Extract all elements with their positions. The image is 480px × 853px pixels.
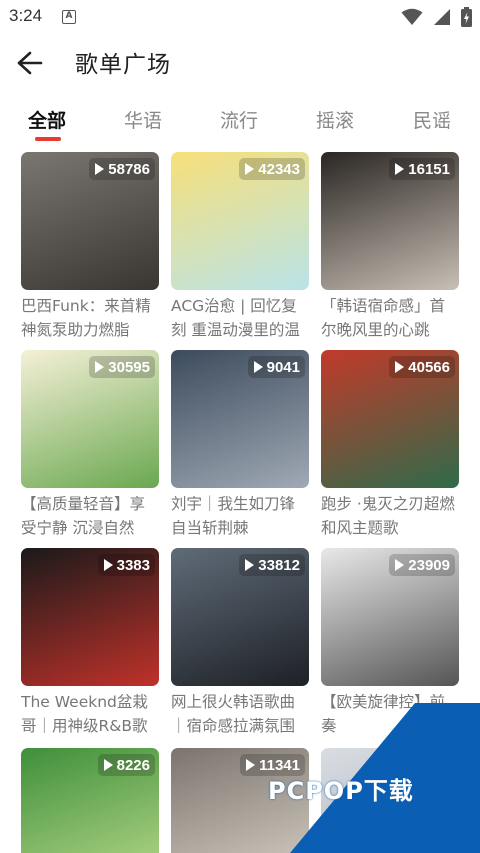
play-count-badge: 8226 <box>97 754 155 776</box>
playlist-title: 「韩语宿命感」首尔晚风里的心跳 <box>321 297 446 339</box>
page-title: 歌单广场 <box>75 52 171 78</box>
playlist-card[interactable]: 33812 网上很火韩语歌曲｜宿命感拉满氛围 <box>171 548 309 738</box>
playlist-title: 巴西Funk：来首精神氮泵助力燃脂 <box>21 297 151 339</box>
watermark-text: PCPOP下载 <box>268 777 414 805</box>
play-icon <box>95 163 105 175</box>
playlist-cover: 23909 <box>321 548 459 686</box>
playlist-title: ACG治愈 | 回忆复刻 重温动漫里的温 <box>171 297 300 339</box>
playlist-card[interactable]: 40566 跑步 ·鬼灭之刃超燃和风主题歌 <box>321 350 459 540</box>
tab-all[interactable]: 全部 <box>28 106 66 133</box>
playlist-cover: 8226 <box>21 748 159 853</box>
play-count-badge: 16151 <box>389 158 455 180</box>
playlist-card[interactable]: 16151 「韩语宿命感」首尔晚风里的心跳 <box>321 152 459 342</box>
play-count: 30595 <box>108 358 150 376</box>
play-count: 33812 <box>258 556 300 574</box>
category-tabs: 全部 华语 流行 摇滚 民谣 <box>0 96 480 146</box>
back-arrow-icon <box>17 51 43 75</box>
play-icon <box>253 361 263 373</box>
playlist-cover: 33812 <box>171 548 309 686</box>
play-icon <box>246 759 256 771</box>
signal-icon <box>434 9 450 25</box>
play-icon <box>103 559 113 571</box>
play-count-badge: 42343 <box>239 158 305 180</box>
playlist-cover: 3383 <box>21 548 159 686</box>
play-count-badge: 3383 <box>97 554 155 576</box>
playlist-cover: 16151 <box>321 152 459 290</box>
play-count: 16151 <box>408 160 450 178</box>
notification-icon: A <box>62 10 76 24</box>
playlist-card[interactable]: 8226 <box>21 748 159 853</box>
play-count: 42343 <box>258 160 300 178</box>
play-icon <box>95 361 105 373</box>
playlist-card[interactable]: 42343 ACG治愈 | 回忆复刻 重温动漫里的温 <box>171 152 309 342</box>
playlist-cover: 30595 <box>21 350 159 488</box>
playlist-title: 网上很火韩语歌曲｜宿命感拉满氛围 <box>171 693 296 735</box>
battery-icon <box>461 7 472 27</box>
playlist-cover: 40566 <box>321 350 459 488</box>
watermark: PCPOP下载 <box>268 703 480 853</box>
wifi-icon <box>401 8 423 25</box>
playlist-cover: 9041 <box>171 350 309 488</box>
tab-folk[interactable]: 民谣 <box>413 106 451 133</box>
play-count: 58786 <box>108 160 150 178</box>
playlist-card[interactable]: 30595 【高质量轻音】享受宁静 沉浸自然 <box>21 350 159 540</box>
playlist-cover: 42343 <box>171 152 309 290</box>
play-count: 8226 <box>116 756 150 774</box>
play-icon <box>245 559 255 571</box>
playlist-card[interactable]: 9041 刘宇｜我生如刀锋自当斩荆棘 <box>171 350 309 540</box>
playlist-title: 刘宇｜我生如刀锋自当斩荆棘 <box>171 495 296 537</box>
status-time: 3:24 <box>9 6 43 25</box>
play-count-badge: 40566 <box>389 356 455 378</box>
play-count-badge: 33812 <box>239 554 305 576</box>
play-count: 9041 <box>266 358 300 376</box>
back-button[interactable] <box>10 46 48 80</box>
play-count-badge: 30595 <box>89 356 155 378</box>
play-icon <box>395 163 405 175</box>
play-count: 3383 <box>116 556 150 574</box>
playlist-title: 【高质量轻音】享受宁静 沉浸自然 <box>21 495 146 537</box>
play-icon <box>245 163 255 175</box>
header: 歌单广场 <box>0 34 480 92</box>
play-count-badge: 58786 <box>89 158 155 180</box>
tab-pop[interactable]: 流行 <box>220 106 258 133</box>
tab-chinese[interactable]: 华语 <box>124 106 162 133</box>
status-bar: 3:24 A <box>0 0 480 34</box>
playlist-card[interactable]: 3383 The Weeknd盆栽哥｜用神级R&B歌声 <box>21 548 159 738</box>
playlist-card[interactable]: 58786 巴西Funk：来首精神氮泵助力燃脂 <box>21 152 159 342</box>
play-count-badge: 9041 <box>247 356 305 378</box>
playlist-title: The Weeknd盆栽哥｜用神级R&B歌声 <box>21 693 148 735</box>
play-icon <box>395 361 405 373</box>
tab-indicator <box>35 137 61 141</box>
play-count: 23909 <box>408 556 450 574</box>
play-icon <box>103 759 113 771</box>
play-icon <box>395 559 405 571</box>
playlist-cover: 58786 <box>21 152 159 290</box>
playlist-title: 跑步 ·鬼灭之刃超燃和风主题歌 <box>321 495 455 537</box>
play-count-badge: 23909 <box>389 554 455 576</box>
tab-rock[interactable]: 摇滚 <box>316 106 354 133</box>
play-count: 40566 <box>408 358 450 376</box>
